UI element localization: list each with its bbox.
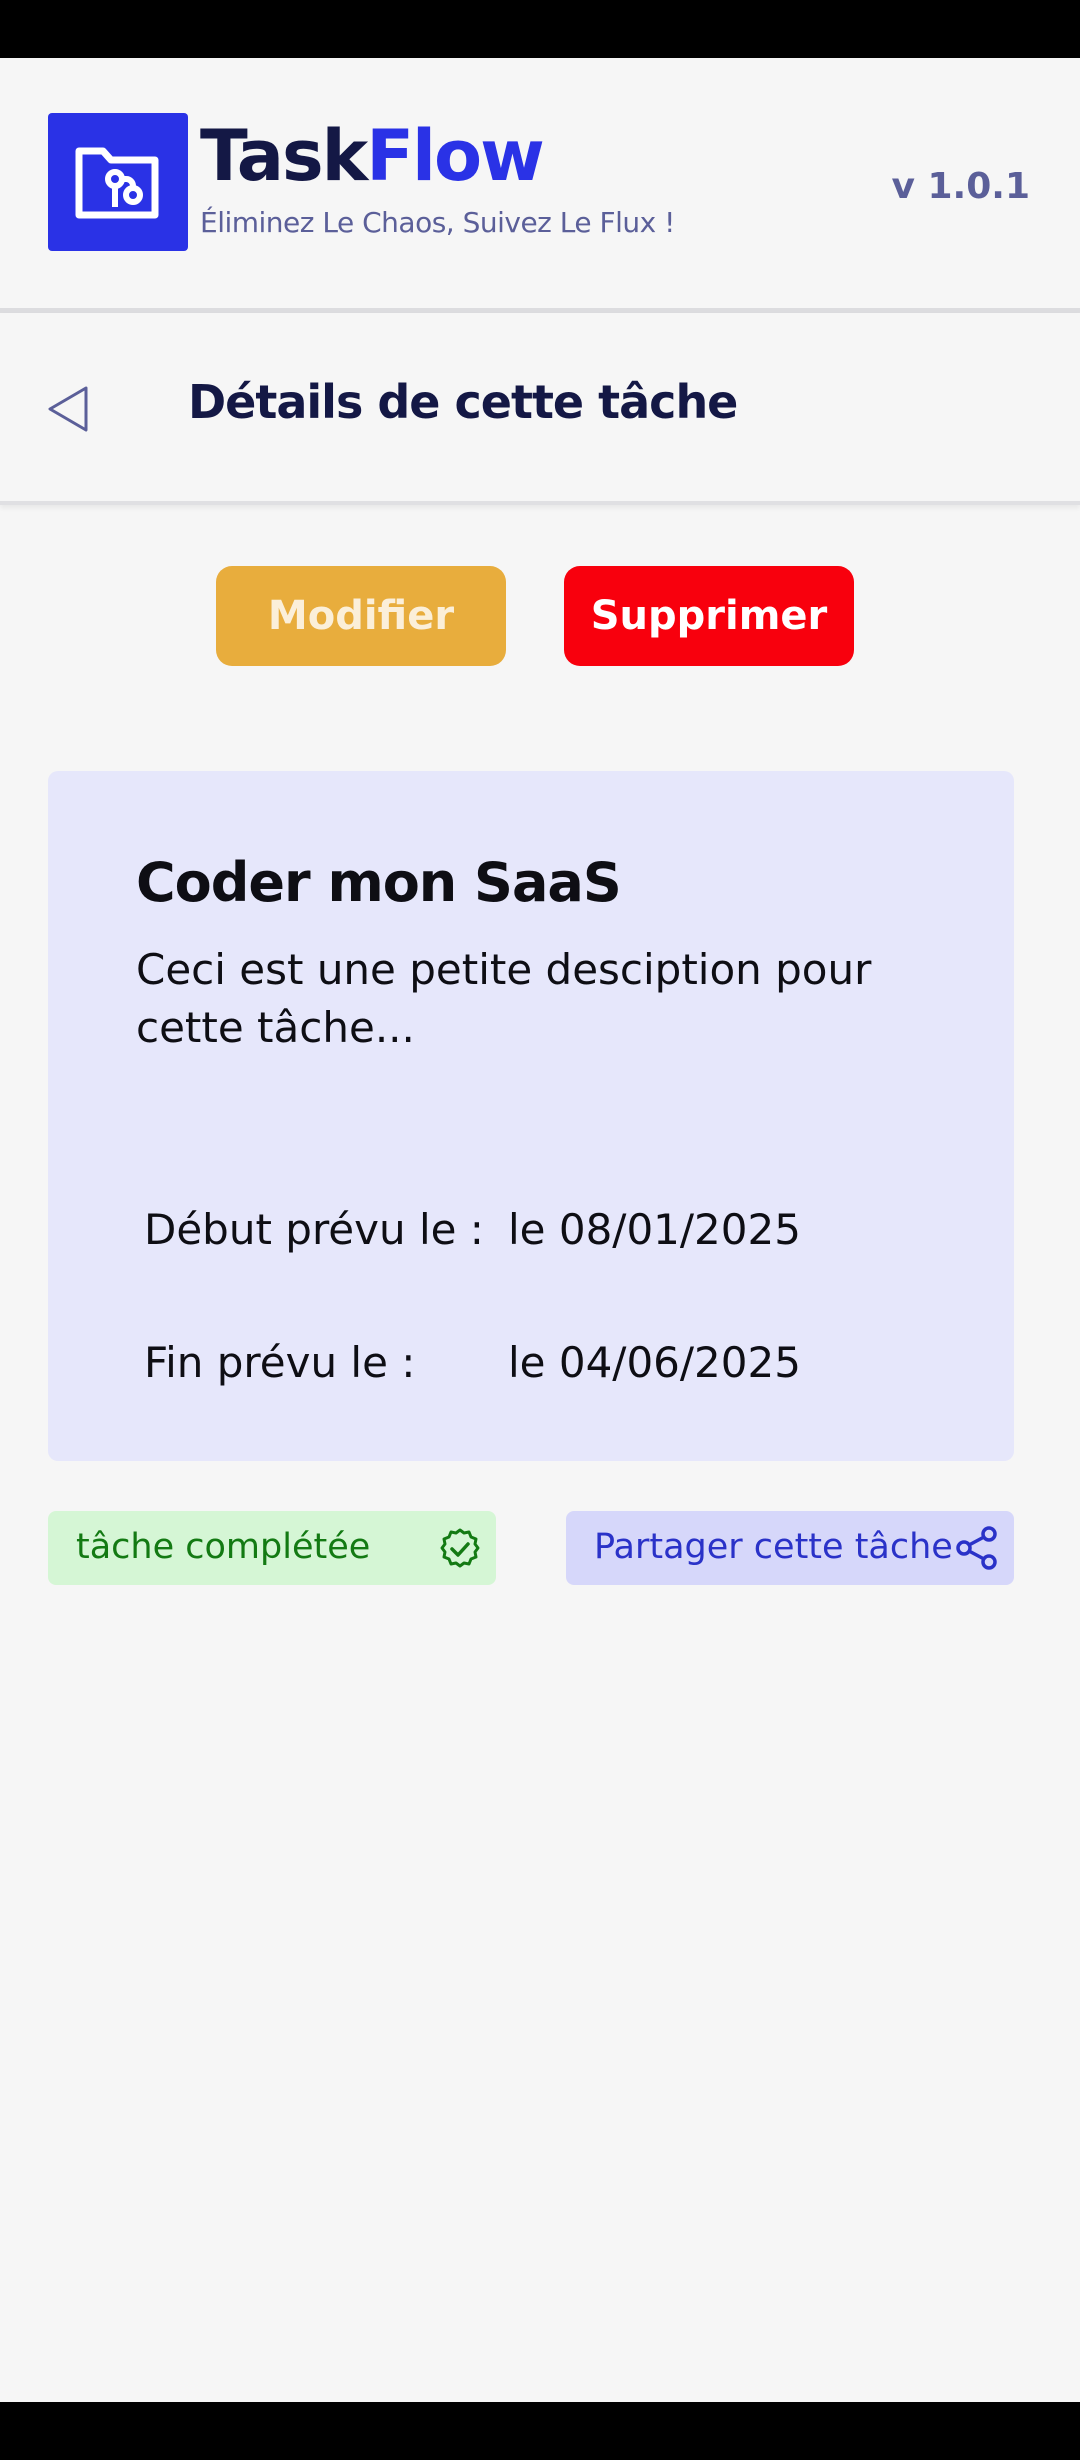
app-brand: TaskFlow <box>200 115 545 197</box>
brand-flow: Flow <box>366 115 545 197</box>
share-task-button[interactable]: Partager cette tâche <box>566 1511 1014 1585</box>
folder-git-icon <box>48 113 188 251</box>
back-triangle-icon[interactable] <box>46 385 90 437</box>
end-date-label: Fin prévu le : <box>144 1338 416 1387</box>
end-date-value: le 04/06/2025 <box>508 1338 801 1387</box>
start-date-value: le 08/01/2025 <box>508 1205 801 1254</box>
task-title: Coder mon SaaS <box>136 851 622 914</box>
check-badge-icon <box>438 1527 482 1580</box>
app-version: v 1.0.1 <box>891 166 1031 207</box>
task-description: Ceci est une petite desciption pour cett… <box>136 945 872 1052</box>
app-container: TaskFlow Éliminez Le Chaos, Suivez Le Fl… <box>0 58 1080 2402</box>
status-bar <box>0 0 1080 58</box>
navigation-bar <box>0 2402 1080 2460</box>
page-title: Détails de cette tâche <box>188 375 738 429</box>
status-label: tâche complétée <box>76 1527 371 1567</box>
screen: TaskFlow Éliminez Le Chaos, Suivez Le Fl… <box>0 0 1080 2460</box>
status-badge: tâche complétée <box>48 1511 496 1585</box>
share-icon[interactable] <box>954 1525 1000 1580</box>
delete-button[interactable]: Supprimer <box>564 566 854 666</box>
task-card: Coder mon SaaS Ceci est une petite desci… <box>48 771 1014 1461</box>
start-date-label: Début prévu le : <box>144 1205 484 1254</box>
brand-task: Task <box>200 115 368 197</box>
app-tagline: Éliminez Le Chaos, Suivez Le Flux ! <box>200 206 675 239</box>
page-navbar: Détails de cette tâche <box>0 313 1080 505</box>
share-label: Partager cette tâche <box>594 1527 953 1567</box>
app-header: TaskFlow Éliminez Le Chaos, Suivez Le Fl… <box>0 58 1080 313</box>
edit-button[interactable]: Modifier <box>216 566 506 666</box>
